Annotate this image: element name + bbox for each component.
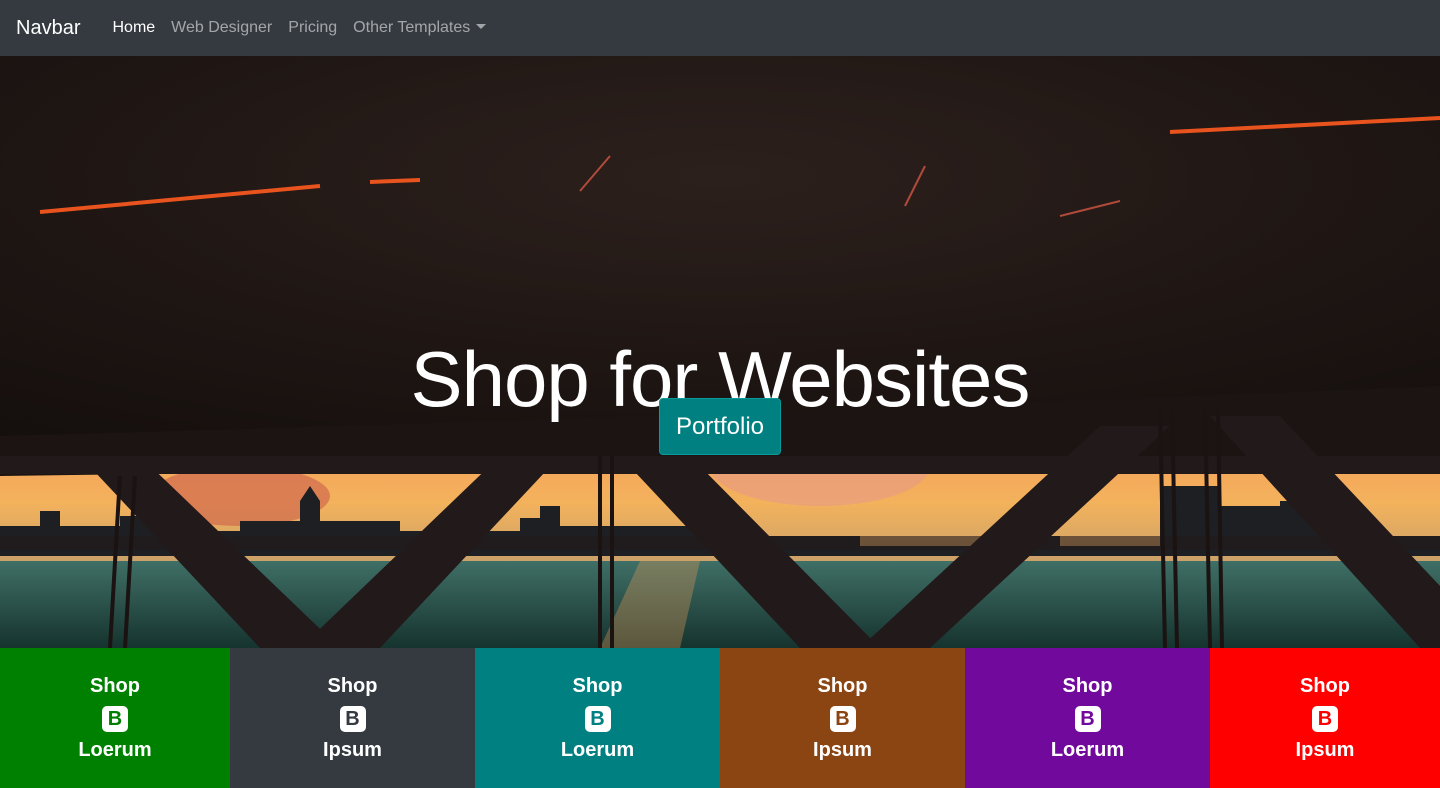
navbar-brand[interactable]: Navbar: [16, 17, 80, 40]
nav-dropdown-label: Other Templates: [353, 19, 471, 36]
tile-subtitle: Loerum: [560, 739, 635, 761]
tile-subtitle: Ipsum: [1295, 739, 1355, 761]
shop-tile-5[interactable]: Shop B Loerum: [965, 648, 1210, 788]
tile-title: Shop: [1300, 675, 1350, 697]
hero-banner: Shop for Websites Portfolio: [0, 56, 1440, 648]
tile-title: Shop: [817, 675, 868, 697]
tile-title: Shop: [327, 675, 378, 697]
nav-link-pricing[interactable]: Pricing: [280, 19, 345, 37]
tile-subtitle: Ipsum: [813, 739, 872, 761]
shop-tile-1[interactable]: Shop B Loerum: [0, 648, 230, 788]
tile-title: Shop: [90, 675, 140, 697]
shop-tile-6[interactable]: Shop B Ipsum: [1210, 648, 1440, 788]
nav-link-home[interactable]: Home: [104, 19, 163, 37]
tile-subtitle: Loerum: [1050, 739, 1125, 761]
shop-tiles: Shop B Loerum Shop B Ipsum Shop B Loerum…: [0, 648, 1440, 788]
chevron-down-icon: [476, 24, 487, 29]
navbar: Navbar Home Web Designer Pricing Other T…: [0, 0, 1440, 56]
bootstrap-icon: B: [584, 706, 611, 732]
shop-tile-4[interactable]: Shop B Ipsum: [720, 648, 965, 788]
tile-subtitle: Ipsum: [323, 739, 382, 761]
shop-tile-2[interactable]: Shop B Ipsum: [230, 648, 475, 788]
tile-title: Shop: [1062, 675, 1113, 697]
tile-title: Shop: [572, 675, 623, 697]
nav-link-web-designer[interactable]: Web Designer: [163, 19, 280, 37]
nav-dropdown-other-templates[interactable]: Other Templates: [345, 19, 494, 37]
bootstrap-icon: B: [829, 706, 856, 732]
bootstrap-icon: B: [339, 706, 366, 732]
shop-tile-3[interactable]: Shop B Loerum: [475, 648, 720, 788]
portfolio-button[interactable]: Portfolio: [659, 398, 781, 455]
bootstrap-icon: B: [1312, 706, 1338, 732]
bootstrap-icon: B: [102, 706, 128, 732]
tile-subtitle: Loerum: [78, 739, 152, 761]
bootstrap-icon: B: [1074, 706, 1101, 732]
